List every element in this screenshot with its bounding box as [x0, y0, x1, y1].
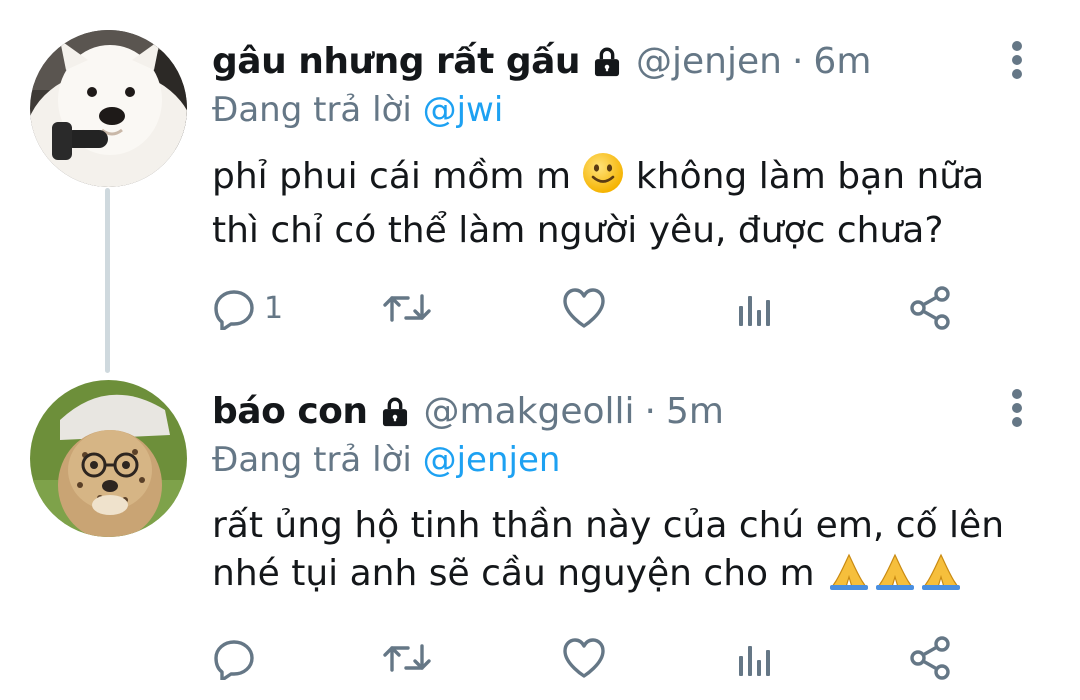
tweet-text: rất ủng hộ tinh thần này của chú em, cố …: [212, 502, 1042, 604]
timestamp[interactable]: 5m: [666, 390, 724, 434]
avatar[interactable]: [30, 380, 187, 537]
folded-hands-emoji: [918, 551, 964, 604]
share-icon: [910, 636, 950, 680]
retweet-icon: [383, 644, 431, 672]
lock-icon: [378, 395, 412, 429]
reply-icon: [214, 640, 254, 680]
like-icon: [563, 638, 605, 678]
tweet-text-line-2: nhé tụi anh sẽ cầu nguyện cho m: [212, 550, 1042, 604]
folded-hands-emoji: [872, 551, 918, 604]
replying-to: Đang trả lời @jenjen: [212, 438, 560, 482]
tweet-text-line-1: rất ủng hộ tinh thần này của chú em, cố …: [212, 505, 1005, 546]
retweet-button[interactable]: [382, 633, 432, 683]
tweet-text-part: nhé tụi anh sẽ cầu nguyện cho m: [212, 553, 815, 594]
more-vertical-icon[interactable]: [1003, 386, 1031, 430]
like-button[interactable]: [561, 633, 607, 683]
tweet-header: báo con @makgeolli · 5m: [212, 390, 724, 434]
tweet-2[interactable]: báo con @makgeolli · 5m Đang trả lời @je…: [0, 0, 1080, 700]
analytics-button[interactable]: [735, 633, 775, 683]
replying-to-mention[interactable]: @jenjen: [423, 440, 561, 480]
folded-hands-emoji: [826, 551, 872, 604]
analytics-icon: [739, 646, 770, 676]
tweet-actions: [212, 633, 972, 683]
separator-dot: ·: [644, 391, 656, 432]
display-name[interactable]: báo con: [212, 390, 368, 434]
user-handle[interactable]: @makgeolli: [424, 390, 635, 434]
reply-button[interactable]: [212, 633, 264, 683]
replying-prefix: Đang trả lời: [212, 440, 412, 480]
share-button[interactable]: [907, 633, 953, 683]
